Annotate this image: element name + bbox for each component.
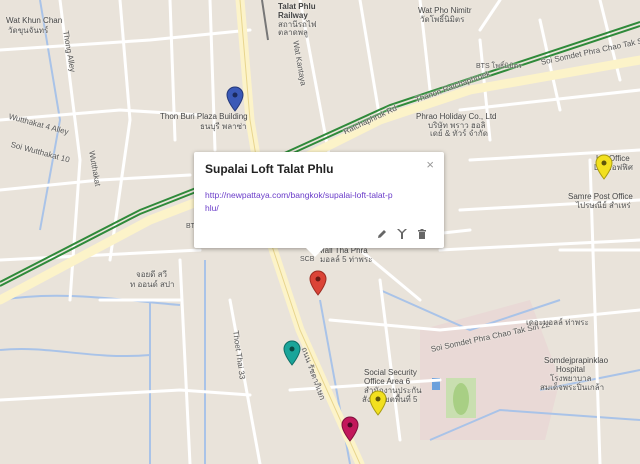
info-window-link[interactable]: http://newpattaya.com/bangkok/supalai-lo… <box>205 189 395 215</box>
map-canvas[interactable]: Wat Khun Chan วัดขุนจันทร์ Thong Alley T… <box>0 0 640 464</box>
yellow-marker-2[interactable] <box>369 390 387 416</box>
info-window-tools <box>376 228 428 240</box>
label-somdej-hospital-th: สมเด็จพระปิ่นเกล้า <box>540 383 605 392</box>
teal-marker[interactable] <box>283 340 301 366</box>
label-joy-dee-spa: ท ออนด์ สปา <box>130 280 175 289</box>
pencil-icon[interactable] <box>376 228 388 240</box>
label-wat-pho-nimitr-th: วัดโพธิ์นิมิตร <box>420 15 465 24</box>
label-thon-buri-plaza-th: ธนบุรี พลาซ่า <box>200 122 247 131</box>
label-mall-tha-phra-th: มอลล์ 5 ท่าพระ <box>320 255 373 264</box>
label-thon-buri-plaza: Thon Buri Plaza Building <box>160 112 248 121</box>
yellow-marker[interactable] <box>595 154 613 180</box>
red-marker[interactable] <box>309 270 327 296</box>
style-icon[interactable] <box>396 228 408 240</box>
label-samre-post-office-th: ไปรษณีย์ สำเหร่ <box>576 201 631 210</box>
close-icon[interactable]: × <box>426 157 434 172</box>
railway <box>261 0 269 41</box>
info-window: Supalai Loft Talat Phlu × http://newpatt… <box>194 152 444 257</box>
magenta-marker[interactable] <box>341 416 359 442</box>
label-talat-phlu-th: ตลาดพลู <box>278 28 308 37</box>
label-joy-dee: จอยดี สวี <box>136 270 167 279</box>
label-wat-khun-chan-th: วัดขุนจันทร์ <box>8 26 49 35</box>
label-the-mall-tha-phra: เดอะมอลล์ ท่าพระ <box>526 318 589 327</box>
trash-icon[interactable] <box>416 228 428 240</box>
blue-marker[interactable] <box>226 86 244 112</box>
label-phrao-holiday-th2: เดย์ & ทัวร์ จำกัด <box>430 129 488 138</box>
label-wat-khun-chan: Wat Khun Chan <box>6 16 63 25</box>
info-window-title: Supalai Loft Talat Phlu <box>205 162 334 176</box>
